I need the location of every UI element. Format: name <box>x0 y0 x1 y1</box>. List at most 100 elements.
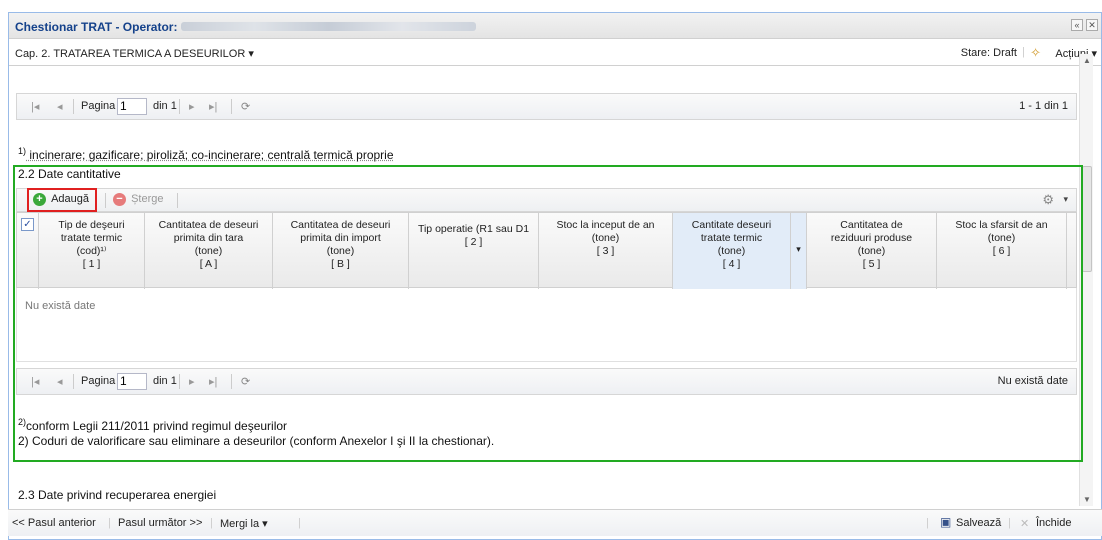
separator <box>179 374 180 389</box>
first-page-icon[interactable]: |◂ <box>31 100 39 113</box>
next-page-icon[interactable]: ▸ <box>189 375 195 388</box>
footnote-2-text: conform Legii 211/2011 privind regimul d… <box>26 419 288 433</box>
last-page-icon[interactable]: ▸| <box>209 375 217 388</box>
section-23-title: 2.3 Date privind recuperarea energiei <box>18 488 217 502</box>
separator <box>177 193 178 208</box>
col-line: [ 2 ] <box>464 236 483 248</box>
page-number-input[interactable]: 1 <box>117 373 147 390</box>
column-header-7[interactable]: Cantitatea de reziduuri produse (tone) [… <box>807 213 937 289</box>
status-label: Stare: Draft <box>960 47 1017 59</box>
paging-summary: Nu există date <box>997 375 1068 387</box>
separator: | <box>210 517 213 529</box>
column-header-4[interactable]: Tip operatie (R1 sau D1 [ 2 ] <box>409 213 539 289</box>
col-line: Cantitatea de <box>840 219 903 231</box>
footnote-1-marker: 1) <box>18 146 27 156</box>
col-line: [ A ] <box>199 258 218 270</box>
previous-step-button[interactable]: << Pasul anterior <box>12 517 96 529</box>
double-chevron-up-icon[interactable]: « <box>1071 19 1083 31</box>
separator: | <box>926 517 929 529</box>
column-header-8[interactable]: Stoc la sfarsit de an (tone) [ 6 ] <box>937 213 1067 289</box>
last-page-icon[interactable]: ▸| <box>209 100 217 113</box>
save-button[interactable]: Salvează <box>956 517 1001 529</box>
gear-icon[interactable]: ⚙ <box>1042 192 1054 208</box>
column-header-3[interactable]: Cantitatea de deseuri primita din import… <box>273 213 409 289</box>
prev-page-icon[interactable]: ◂ <box>57 375 63 388</box>
grid-header: ✓ Tip de deşeuri tratate termic (cod)¹⁾ … <box>16 212 1077 289</box>
refresh-icon[interactable]: ⟳ <box>241 375 250 388</box>
col-line: Stoc la sfarsit de an <box>955 219 1048 231</box>
col-line: Cantitatea de deseuri <box>290 219 391 231</box>
separator <box>73 374 74 389</box>
footnote-2: 2)conform Legii 211/2011 privind regimul… <box>18 417 287 433</box>
col-line: [ 1 ] <box>82 258 101 270</box>
chevron-down-icon: ▾ <box>796 244 801 254</box>
page-total: din 1 <box>153 375 177 387</box>
page-label: Pagina <box>81 375 116 387</box>
col-line: Tip de deşeuri <box>58 219 125 231</box>
column-header-6[interactable]: Cantitate deseuri tratate termic (tone) … <box>673 213 791 289</box>
grid-toolbar: + Adaugă − Șterge ⚙ ▾ <box>16 188 1077 212</box>
footnote-1: 1) incinerare; gazificare; piroliză; co-… <box>18 146 394 162</box>
footnote-1-text: incinerare; gazificare; piroliză; co-inc… <box>26 148 394 162</box>
delete-label: Șterge <box>131 193 164 205</box>
save-icon: ▣ <box>940 515 952 529</box>
column-header-5[interactable]: Stoc la inceput de an (tone) [ 3 ] <box>539 213 673 289</box>
scroll-down-icon[interactable]: ▼ <box>1083 495 1091 504</box>
separator <box>73 99 74 114</box>
go-to-menu[interactable]: Mergi la ▾ <box>220 517 268 530</box>
page-label: Pagina <box>81 100 116 112</box>
col-line: tratate termic <box>700 232 763 244</box>
col-line: (tone) <box>591 232 620 244</box>
footnote-3: 2) Coduri de valorificare sau eliminare … <box>18 434 495 448</box>
col-line: Cantitate deseuri <box>691 219 772 231</box>
col-line: Stoc la inceput de an <box>556 219 655 231</box>
scrollbar-thumb[interactable] <box>1082 166 1092 272</box>
separator <box>231 99 232 114</box>
refresh-icon[interactable]: ⟳ <box>241 100 250 113</box>
col-line: [ 5 ] <box>862 258 881 270</box>
close-icon[interactable]: ✕ <box>1086 19 1098 31</box>
separator <box>179 99 180 114</box>
scroll-up-icon[interactable]: ▲ <box>1083 56 1091 65</box>
chapter-dropdown[interactable]: Cap. 2. TRATAREA TERMICA A DESEURILOR ▾ <box>15 47 254 60</box>
separator <box>231 374 232 389</box>
footnote-2-marker: 2) <box>18 417 27 427</box>
separator: | <box>108 517 111 529</box>
col-line: [ B ] <box>331 258 350 270</box>
col-line: [ 4 ] <box>722 258 741 270</box>
separator <box>105 193 106 208</box>
delete-button[interactable]: − Șterge <box>113 193 163 206</box>
top-pager: |◂ ◂ Pagina 1 din 1 ▸ ▸| ⟳ 1 - 1 din 1 <box>16 93 1077 120</box>
col-line: reziduuri produse <box>830 232 913 244</box>
page-number-input[interactable]: 1 <box>117 98 147 115</box>
minus-icon: − <box>113 193 126 206</box>
col-line: primita din tara <box>173 232 244 244</box>
prev-page-icon[interactable]: ◂ <box>57 100 63 113</box>
select-all-column: ✓ <box>17 213 39 289</box>
actions-icon: ✧ <box>1030 45 1041 60</box>
next-step-button[interactable]: Pasul următor >> <box>118 517 202 529</box>
first-page-icon[interactable]: |◂ <box>31 375 39 388</box>
separator: | <box>1022 46 1025 58</box>
close-button[interactable]: Închide <box>1036 517 1071 529</box>
next-page-icon[interactable]: ▸ <box>189 100 195 113</box>
col-line: Tip operatie (R1 sau D1 <box>417 223 530 235</box>
close-icon: ✕ <box>1020 518 1030 530</box>
chapter-bar: Cap. 2. TRATAREA TERMICA A DESEURILOR ▾ … <box>9 40 1101 66</box>
select-all-checkbox[interactable]: ✓ <box>21 218 34 231</box>
chevron-down-icon[interactable]: ▾ <box>1063 194 1068 205</box>
col-line: (cod)¹⁾ <box>76 245 107 257</box>
col-line: (tone) <box>194 245 223 257</box>
col-line: [ 6 ] <box>992 245 1011 257</box>
operator-name-redacted <box>181 22 476 31</box>
paging-summary: 1 - 1 din 1 <box>1019 100 1068 112</box>
window-titlebar: Chestionar TRAT - Operator: « ✕ <box>9 13 1101 39</box>
grid-body: Nu există date <box>16 288 1077 362</box>
column-header-2[interactable]: Cantitatea de deseuri primita din tara (… <box>145 213 273 289</box>
col-line: (tone) <box>857 245 886 257</box>
add-button-highlight <box>27 188 97 212</box>
column-header-1[interactable]: Tip de deşeuri tratate termic (cod)¹⁾ [ … <box>39 213 145 289</box>
empty-grid-text: Nu există date <box>25 300 96 312</box>
column-menu-trigger[interactable]: ▾ <box>791 213 807 289</box>
grid-pager: |◂ ◂ Pagina 1 din 1 ▸ ▸| ⟳ Nu există dat… <box>16 368 1077 395</box>
